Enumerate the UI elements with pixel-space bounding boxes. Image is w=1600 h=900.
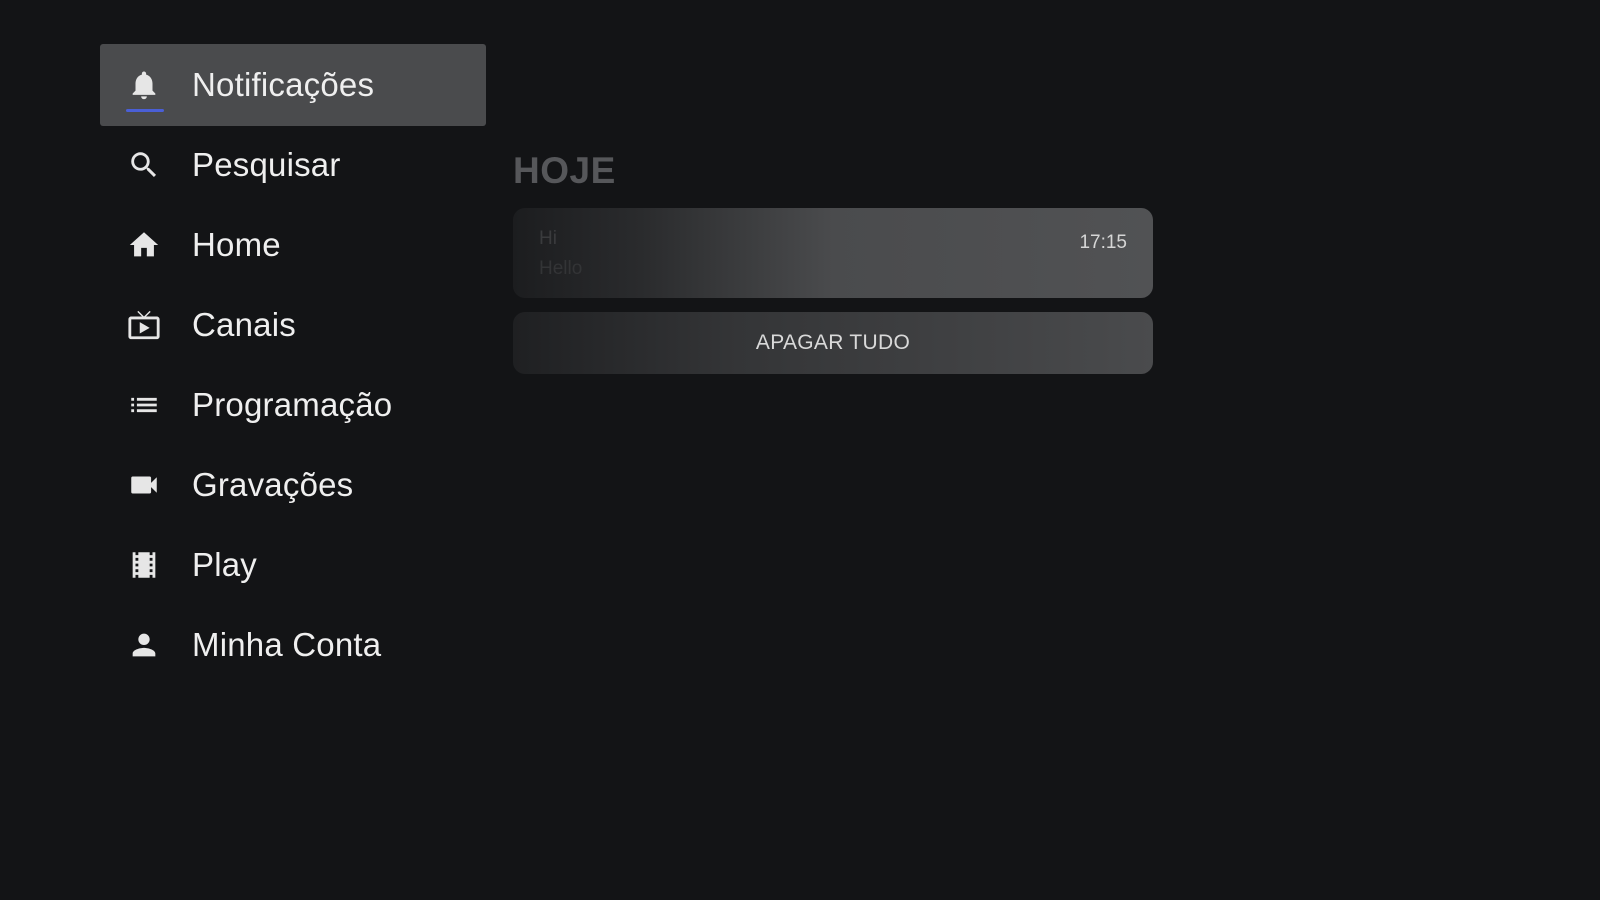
- sidebar-item-label: Canais: [192, 306, 296, 343]
- videocam-icon: [126, 467, 162, 503]
- sidebar-item-gravacoes[interactable]: Gravações: [100, 444, 486, 526]
- notifications-panel: HOJE Hi Hello 17:15 APAGAR TUDO: [513, 148, 1153, 374]
- notification-card[interactable]: Hi Hello 17:15: [513, 208, 1153, 298]
- notification-time: 17:15: [1079, 232, 1127, 253]
- tv-icon: [126, 307, 162, 343]
- search-icon: [126, 147, 162, 183]
- active-indicator: [126, 109, 164, 112]
- sidebar-item-notificacoes[interactable]: Notificações: [100, 44, 486, 126]
- section-title: HOJE: [513, 150, 616, 191]
- bell-icon: [126, 67, 164, 112]
- sidebar-item-canais[interactable]: Canais: [100, 284, 486, 366]
- sidebar-item-play[interactable]: Play: [100, 524, 486, 606]
- sidebar-item-pesquisar[interactable]: Pesquisar: [100, 124, 486, 206]
- sidebar-item-label: Play: [192, 546, 257, 583]
- sidebar-item-label: Home: [192, 226, 281, 263]
- notification-title: Hi: [539, 228, 557, 249]
- list-icon: [126, 387, 162, 423]
- app-screen: Notificações Pesquisar Home Canais Progr: [0, 0, 1600, 900]
- sidebar-item-label: Minha Conta: [192, 626, 382, 663]
- notification-body: Hello: [539, 258, 583, 279]
- sidebar-item-minha-conta[interactable]: Minha Conta: [100, 604, 486, 686]
- sidebar-item-label: Notificações: [192, 66, 375, 103]
- person-icon: [126, 627, 162, 663]
- sidebar-item-label: Gravações: [192, 466, 354, 503]
- sidebar-item-label: Pesquisar: [192, 146, 341, 183]
- film-icon: [126, 547, 162, 583]
- clear-all-button[interactable]: APAGAR TUDO: [513, 312, 1153, 374]
- home-icon: [126, 227, 162, 263]
- sidebar-menu: Notificações Pesquisar Home Canais Progr: [100, 44, 486, 684]
- sidebar-item-programacao[interactable]: Programação: [100, 364, 486, 446]
- sidebar-item-home[interactable]: Home: [100, 204, 486, 286]
- sidebar-item-label: Programação: [192, 386, 393, 423]
